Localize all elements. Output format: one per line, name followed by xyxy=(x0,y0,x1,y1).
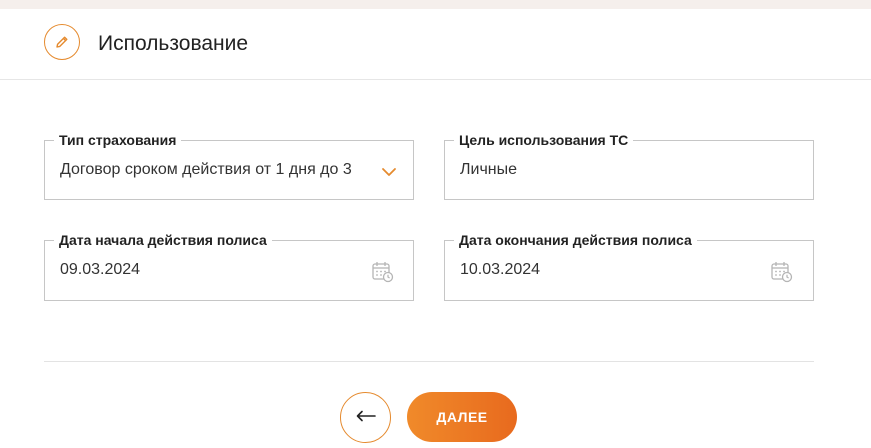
end-date-field[interactable]: Дата окончания действия полиса 10.03.202… xyxy=(444,231,814,301)
end-date-label: Дата окончания действия полиса xyxy=(454,231,697,249)
start-date-value: 09.03.2024 xyxy=(60,261,141,278)
start-date-label: Дата начала действия полиса xyxy=(54,231,272,249)
vehicle-purpose-field[interactable]: Цель использования ТС Личные xyxy=(444,131,814,200)
next-button[interactable]: ДАЛЕЕ xyxy=(407,392,517,442)
vehicle-purpose-value: Личные xyxy=(460,161,518,178)
insurance-type-label: Тип страхования xyxy=(54,131,182,149)
vehicle-purpose-label: Цель использования ТС xyxy=(454,131,634,149)
page-title: Использование xyxy=(98,32,249,55)
back-button[interactable] xyxy=(340,392,391,443)
top-strip xyxy=(0,0,871,9)
calendar-icon[interactable] xyxy=(371,260,395,289)
insurance-type-select[interactable]: Тип страхования Договор сроком действия … xyxy=(44,131,414,200)
insurance-type-value: Договор сроком действия от 1 дня до 3 xyxy=(60,161,352,178)
arrow-left-icon xyxy=(356,409,376,427)
chevron-down-icon[interactable] xyxy=(381,165,397,183)
pencil-icon xyxy=(44,24,80,60)
end-date-value: 10.03.2024 xyxy=(460,261,541,278)
form-divider xyxy=(44,361,814,362)
start-date-field[interactable]: Дата начала действия полиса 09.03.2024 xyxy=(44,231,414,301)
section-header: Использование xyxy=(0,9,871,80)
calendar-icon[interactable] xyxy=(770,260,794,289)
